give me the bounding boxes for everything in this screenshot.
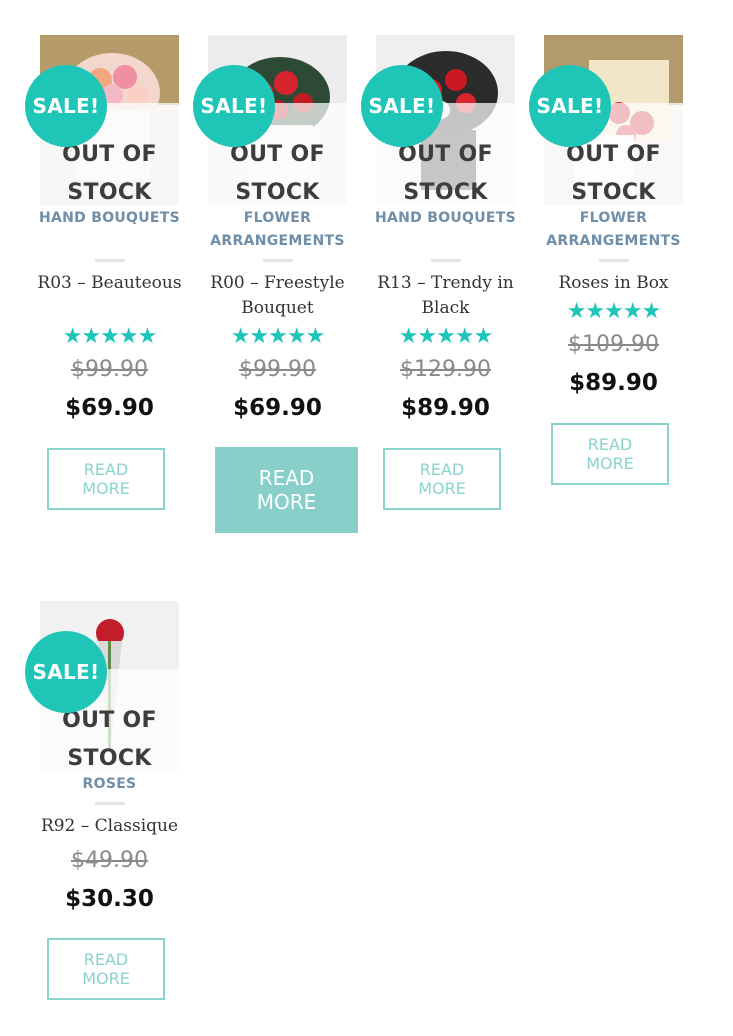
product-title[interactable]: R92 – Classique <box>30 814 189 839</box>
read-more-button[interactable]: READ MORE <box>215 447 358 533</box>
original-price: $99.90 <box>239 357 316 382</box>
rating-stars: ★★★★★ <box>398 324 494 349</box>
product-card[interactable]: OUT OF STOCK SALE! FLOWER ARRANGEMENTS R… <box>529 35 683 495</box>
divider <box>95 802 125 805</box>
product-title[interactable]: Roses in Box <box>534 271 693 296</box>
sale-badge: SALE! <box>193 65 275 147</box>
divider <box>263 259 293 262</box>
product-card[interactable]: OUT OF STOCK SALE! FLOWER ARRANGEMENTS R… <box>193 35 358 535</box>
original-price: $99.90 <box>71 357 148 382</box>
product-category-link[interactable]: ROSES <box>25 773 194 796</box>
read-more-button[interactable]: READ MORE <box>383 448 501 510</box>
sale-price: $89.90 <box>569 370 658 396</box>
original-price: $49.90 <box>71 848 148 873</box>
read-more-label: READ MORE <box>82 950 130 988</box>
sale-badge: SALE! <box>25 631 107 713</box>
original-price: $109.90 <box>568 332 659 357</box>
read-more-button[interactable]: READ MORE <box>551 423 669 485</box>
product-category-link[interactable]: HAND BOUQUETS <box>25 207 194 230</box>
product-card[interactable]: OUT OF STOCK SALE! HAND BOUQUETS R03 – B… <box>25 35 182 515</box>
sale-price: $69.90 <box>233 395 322 421</box>
read-more-button[interactable]: READ MORE <box>47 938 165 1000</box>
sale-price: $69.90 <box>65 395 154 421</box>
product-title[interactable]: R00 – Freestyle Bouquet <box>198 271 357 321</box>
rating-stars: ★★★★★ <box>62 324 158 349</box>
product-category-link[interactable]: FLOWER ARRANGEMENTS <box>529 207 698 253</box>
read-more-label: READ MORE <box>256 466 317 514</box>
read-more-button[interactable]: READ MORE <box>47 448 165 510</box>
sale-price: $89.90 <box>401 395 490 421</box>
product-category-link[interactable]: HAND BOUQUETS <box>361 207 530 230</box>
product-category-link[interactable]: FLOWER ARRANGEMENTS <box>193 207 362 253</box>
read-more-label: READ MORE <box>418 460 466 498</box>
read-more-label: READ MORE <box>82 460 130 498</box>
original-price: $129.90 <box>400 357 491 382</box>
divider <box>599 259 629 262</box>
product-card[interactable]: OUT OF STOCK SALE! ROSES R92 – Classique… <box>25 601 179 1011</box>
divider <box>95 259 125 262</box>
read-more-label: READ MORE <box>586 435 634 473</box>
rating-stars: ★★★★★ <box>566 299 662 324</box>
divider <box>431 259 461 262</box>
sale-badge: SALE! <box>529 65 611 147</box>
sale-price: $30.30 <box>65 886 154 912</box>
sale-badge: SALE! <box>25 65 107 147</box>
product-title[interactable]: R13 – Trendy in Black <box>366 271 525 321</box>
rating-stars: ★★★★★ <box>230 324 326 349</box>
product-card[interactable]: OUT OF STOCK SALE! HAND BOUQUETS R13 – T… <box>361 35 516 515</box>
product-title[interactable]: R03 – Beauteous <box>30 271 189 296</box>
sale-badge: SALE! <box>361 65 443 147</box>
